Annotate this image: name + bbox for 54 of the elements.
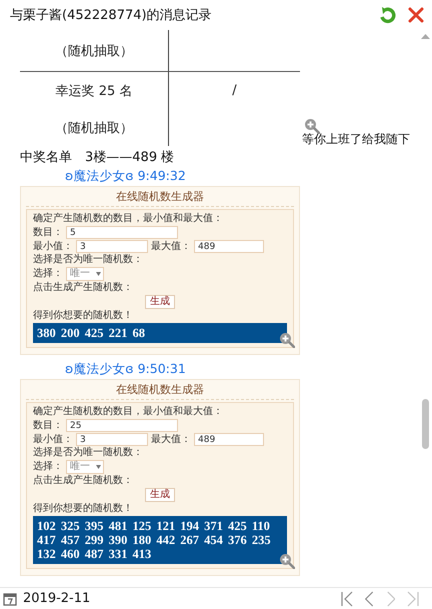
unique-prompt: 选择是否为唯一随机数： bbox=[33, 254, 144, 266]
choice-select[interactable]: 唯一 bbox=[66, 267, 104, 281]
prev-page-icon bbox=[364, 590, 374, 606]
intro-text: 确定产生随机数的数目，最小值和最大值： bbox=[33, 406, 224, 418]
sender-line: ʚ魔法少女ɞ 9:50:31 bbox=[65, 361, 187, 376]
next-page-icon bbox=[386, 590, 396, 606]
generator-title: 在线随机数生成器 bbox=[26, 380, 294, 400]
choice-label: 选择： bbox=[33, 268, 63, 280]
generate-button[interactable]: 生成 bbox=[145, 295, 175, 309]
dropdown-arrow-icon bbox=[96, 272, 101, 276]
dropdown-arrow-icon bbox=[96, 465, 101, 469]
window-title: 与栗子酱(452228774)的消息记录 bbox=[10, 7, 213, 24]
message-text: 等你上班了给我随下 bbox=[302, 131, 410, 148]
first-page-icon bbox=[341, 590, 353, 606]
max-label: 最大值： bbox=[151, 434, 191, 446]
table-cell: （随机抽取） bbox=[20, 30, 168, 72]
table-cell-text: （随机抽取） bbox=[54, 120, 134, 138]
zoom-icon[interactable] bbox=[279, 332, 295, 348]
generate-button[interactable]: 生成 bbox=[145, 488, 175, 502]
result-label: 得到你想要的随机数！ bbox=[33, 310, 134, 322]
table-cell-text: 幸运奖 25 名 bbox=[54, 82, 134, 100]
result-numbers: 380 200 425 221 68 bbox=[33, 323, 287, 343]
count-label: 数目： bbox=[33, 420, 63, 432]
message-text: 中奖名单 3楼——489 楼 bbox=[20, 150, 176, 166]
generate-prompt: 点击生成产生随机数： bbox=[33, 475, 134, 487]
generator-title: 在线随机数生成器 bbox=[26, 187, 294, 207]
last-page-icon bbox=[407, 590, 419, 606]
count-field[interactable]: 5 bbox=[66, 226, 178, 239]
choice-select[interactable]: 唯一 bbox=[66, 460, 104, 474]
unique-prompt: 选择是否为唯一随机数： bbox=[33, 447, 144, 459]
refresh-icon[interactable] bbox=[378, 5, 398, 25]
result-label: 得到你想要的随机数！ bbox=[33, 503, 134, 515]
max-field[interactable]: 489 bbox=[194, 433, 264, 446]
count-label: 数目： bbox=[33, 226, 63, 238]
max-field[interactable]: 489 bbox=[194, 240, 264, 253]
table-cell: / bbox=[168, 72, 300, 109]
date-label: 2019-2-11 bbox=[23, 591, 92, 606]
result-numbers: 102 325 395 481 125 121 194 371 425 110 417 457 299 390 180 442 267 454 376 235 132 460 487 331 413 bbox=[33, 516, 287, 564]
min-field[interactable]: 3 bbox=[76, 240, 148, 253]
min-field[interactable]: 3 bbox=[76, 433, 148, 446]
zoom-icon[interactable] bbox=[279, 553, 295, 569]
scrollbar-thumb[interactable] bbox=[422, 399, 428, 449]
max-label: 最大值： bbox=[151, 240, 191, 252]
count-field[interactable]: 25 bbox=[66, 419, 178, 432]
choice-label: 选择： bbox=[33, 461, 63, 473]
min-label: 最小值： bbox=[33, 240, 73, 252]
zoom-icon[interactable] bbox=[304, 118, 320, 134]
min-label: 最小值： bbox=[33, 434, 73, 446]
close-icon[interactable] bbox=[406, 5, 426, 25]
calendar-icon[interactable] bbox=[3, 592, 17, 606]
scroll-up-icon[interactable] bbox=[420, 34, 430, 39]
generate-prompt: 点击生成产生随机数： bbox=[33, 282, 134, 294]
intro-text: 确定产生随机数的数目，最小值和最大值： bbox=[33, 213, 224, 225]
sender-line: ʚ魔法少女ɞ 9:49:32 bbox=[65, 168, 187, 183]
